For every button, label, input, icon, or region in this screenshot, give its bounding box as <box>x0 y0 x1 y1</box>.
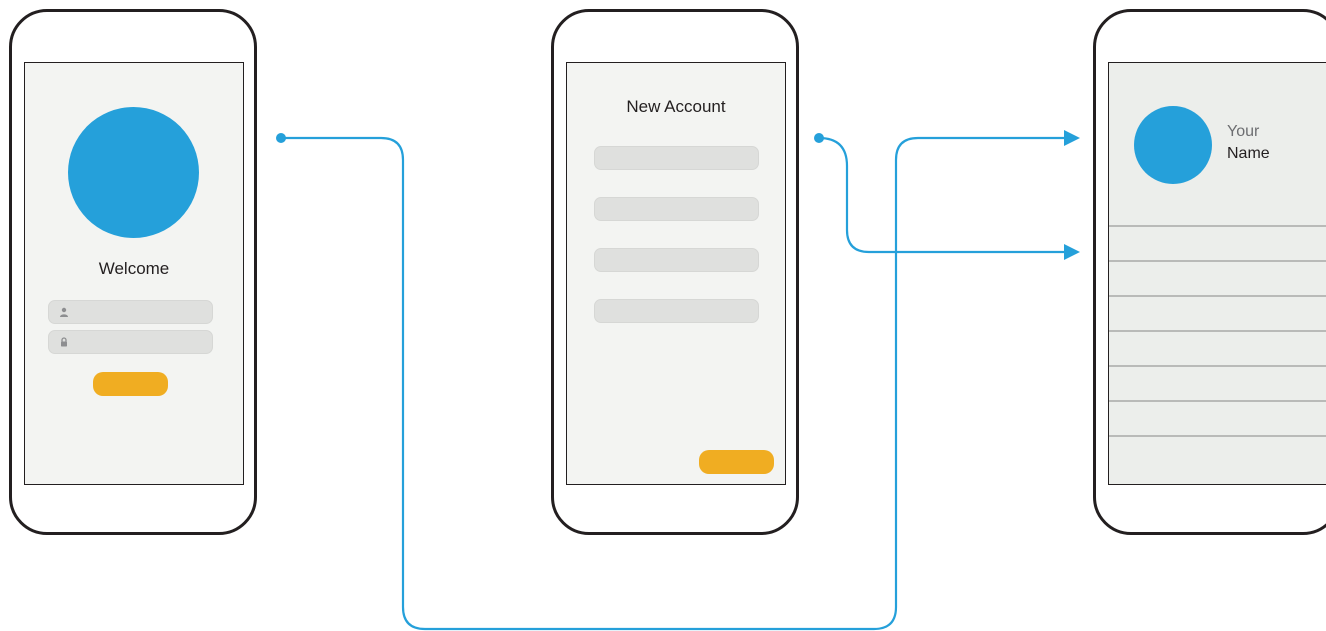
flow-arrowhead-top <box>1064 130 1080 146</box>
profile-list-divider <box>1109 435 1326 437</box>
login-screen: Welcome <box>24 62 244 485</box>
user-icon <box>60 307 68 317</box>
profile-name-second-line: Name <box>1227 145 1270 162</box>
login-button[interactable] <box>93 372 168 396</box>
profile-name-first-line: Your <box>1227 123 1260 140</box>
signup-screen: New Account <box>566 62 786 485</box>
phone-signup: New Account <box>551 9 799 535</box>
flow-start-dot-login <box>276 133 286 143</box>
signup-field-2[interactable] <box>594 197 759 221</box>
profile-screen: Your Name <box>1108 62 1326 485</box>
profile-list-divider <box>1109 400 1326 402</box>
signup-button[interactable] <box>699 450 774 474</box>
login-title: Welcome <box>98 259 170 278</box>
signup-field-4[interactable] <box>594 299 759 323</box>
signup-field-3[interactable] <box>594 248 759 272</box>
profile-list-divider <box>1109 225 1326 227</box>
username-field[interactable] <box>48 300 213 324</box>
signup-field-1[interactable] <box>594 146 759 170</box>
flow-start-dot-signup <box>814 133 824 143</box>
profile-list-divider <box>1109 260 1326 262</box>
lock-icon <box>61 337 67 347</box>
phone-login: Welcome <box>9 9 257 535</box>
phone-profile: Your Name <box>1093 9 1326 535</box>
signup-title: New Account <box>626 97 726 116</box>
login-avatar <box>68 107 199 238</box>
profile-name: Your Name <box>1227 121 1270 165</box>
profile-list-divider <box>1109 295 1326 297</box>
profile-avatar <box>1134 106 1212 184</box>
flow-signup-to-profile <box>817 136 1068 254</box>
profile-list-divider <box>1109 330 1326 332</box>
profile-list-divider <box>1109 365 1326 367</box>
flow-arrowhead-bottom <box>1064 244 1080 260</box>
password-field[interactable] <box>48 330 213 354</box>
